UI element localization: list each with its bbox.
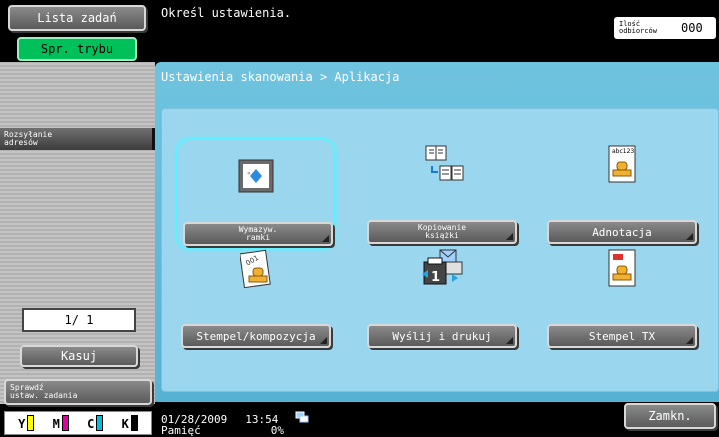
status-bar: 01/28/2009 13:54 Pamięć 0%: [161, 411, 309, 436]
annotation-icon: abc123: [604, 144, 640, 184]
instruction-message: Określ ustawienia.: [161, 6, 292, 20]
toner-y: Y: [18, 415, 35, 431]
toner-c: C: [87, 415, 104, 431]
page-indicator: 1/ 1: [22, 308, 136, 332]
delete-button[interactable]: Kasuj: [20, 345, 138, 367]
sidebar: Lista zadań Spr. trybu Rozsyłanie adresó…: [0, 0, 155, 437]
stamp-composition-icon: 001: [238, 248, 274, 288]
network-icon: [295, 411, 309, 425]
close-button[interactable]: Zamkn.: [624, 403, 716, 429]
app-frame-erase[interactable]: « Wymazyw. ramki: [176, 138, 336, 250]
app-book-copy[interactable]: Kopiowanie książki: [362, 138, 522, 250]
check-job-settings-button[interactable]: Sprawdź ustaw. zadania: [4, 379, 152, 405]
memory-value: 0%: [270, 424, 284, 437]
memory-label: Pamięć: [161, 424, 201, 437]
recipients-counter: Ilość odbiorców 000: [614, 17, 716, 39]
toner-m: M: [53, 415, 69, 431]
address-send-label[interactable]: Rozsyłanie adresów: [0, 128, 155, 150]
stamp-tx-button[interactable]: Stempel TX: [547, 324, 697, 348]
book-copy-button[interactable]: Kopiowanie książki: [367, 220, 517, 244]
applications-grid: « Wymazyw. ramki Kopiowanie książki abc1…: [161, 108, 719, 392]
toner-levels: Y M C K: [4, 411, 152, 435]
stamp-tx-icon: [604, 248, 640, 288]
main-panel: Ustawienia skanowania > Aplikacja « Wyma…: [155, 62, 719, 402]
recipients-label: Ilość odbiorców: [619, 20, 657, 35]
breadcrumb: Ustawienia skanowania > Aplikacja: [161, 70, 400, 84]
app-stamp-tx[interactable]: Stempel TX: [542, 242, 702, 354]
recipients-count: 000: [681, 21, 703, 35]
toner-k: K: [122, 415, 138, 431]
annotation-button[interactable]: Adnotacja: [547, 220, 697, 244]
app-annotation[interactable]: abc123 Adnotacja: [542, 138, 702, 250]
job-list-button[interactable]: Lista zadań: [8, 5, 146, 31]
send-print-button[interactable]: Wyślij i drukuj: [367, 324, 517, 348]
svg-text:abc123: abc123: [612, 148, 634, 155]
send-print-icon: 1: [418, 248, 466, 288]
app-send-print[interactable]: 1 Wyślij i drukuj: [362, 242, 522, 354]
svg-text:1: 1: [431, 270, 440, 285]
book-copy-icon: [418, 144, 466, 184]
stamp-composition-button[interactable]: Stempel/kompozycja: [181, 324, 331, 348]
app-stamp-composition[interactable]: 001 Stempel/kompozycja: [176, 242, 336, 354]
svg-text:«: «: [247, 170, 251, 177]
frame-erase-icon: «: [238, 156, 274, 196]
check-mode-button[interactable]: Spr. trybu: [17, 37, 137, 61]
